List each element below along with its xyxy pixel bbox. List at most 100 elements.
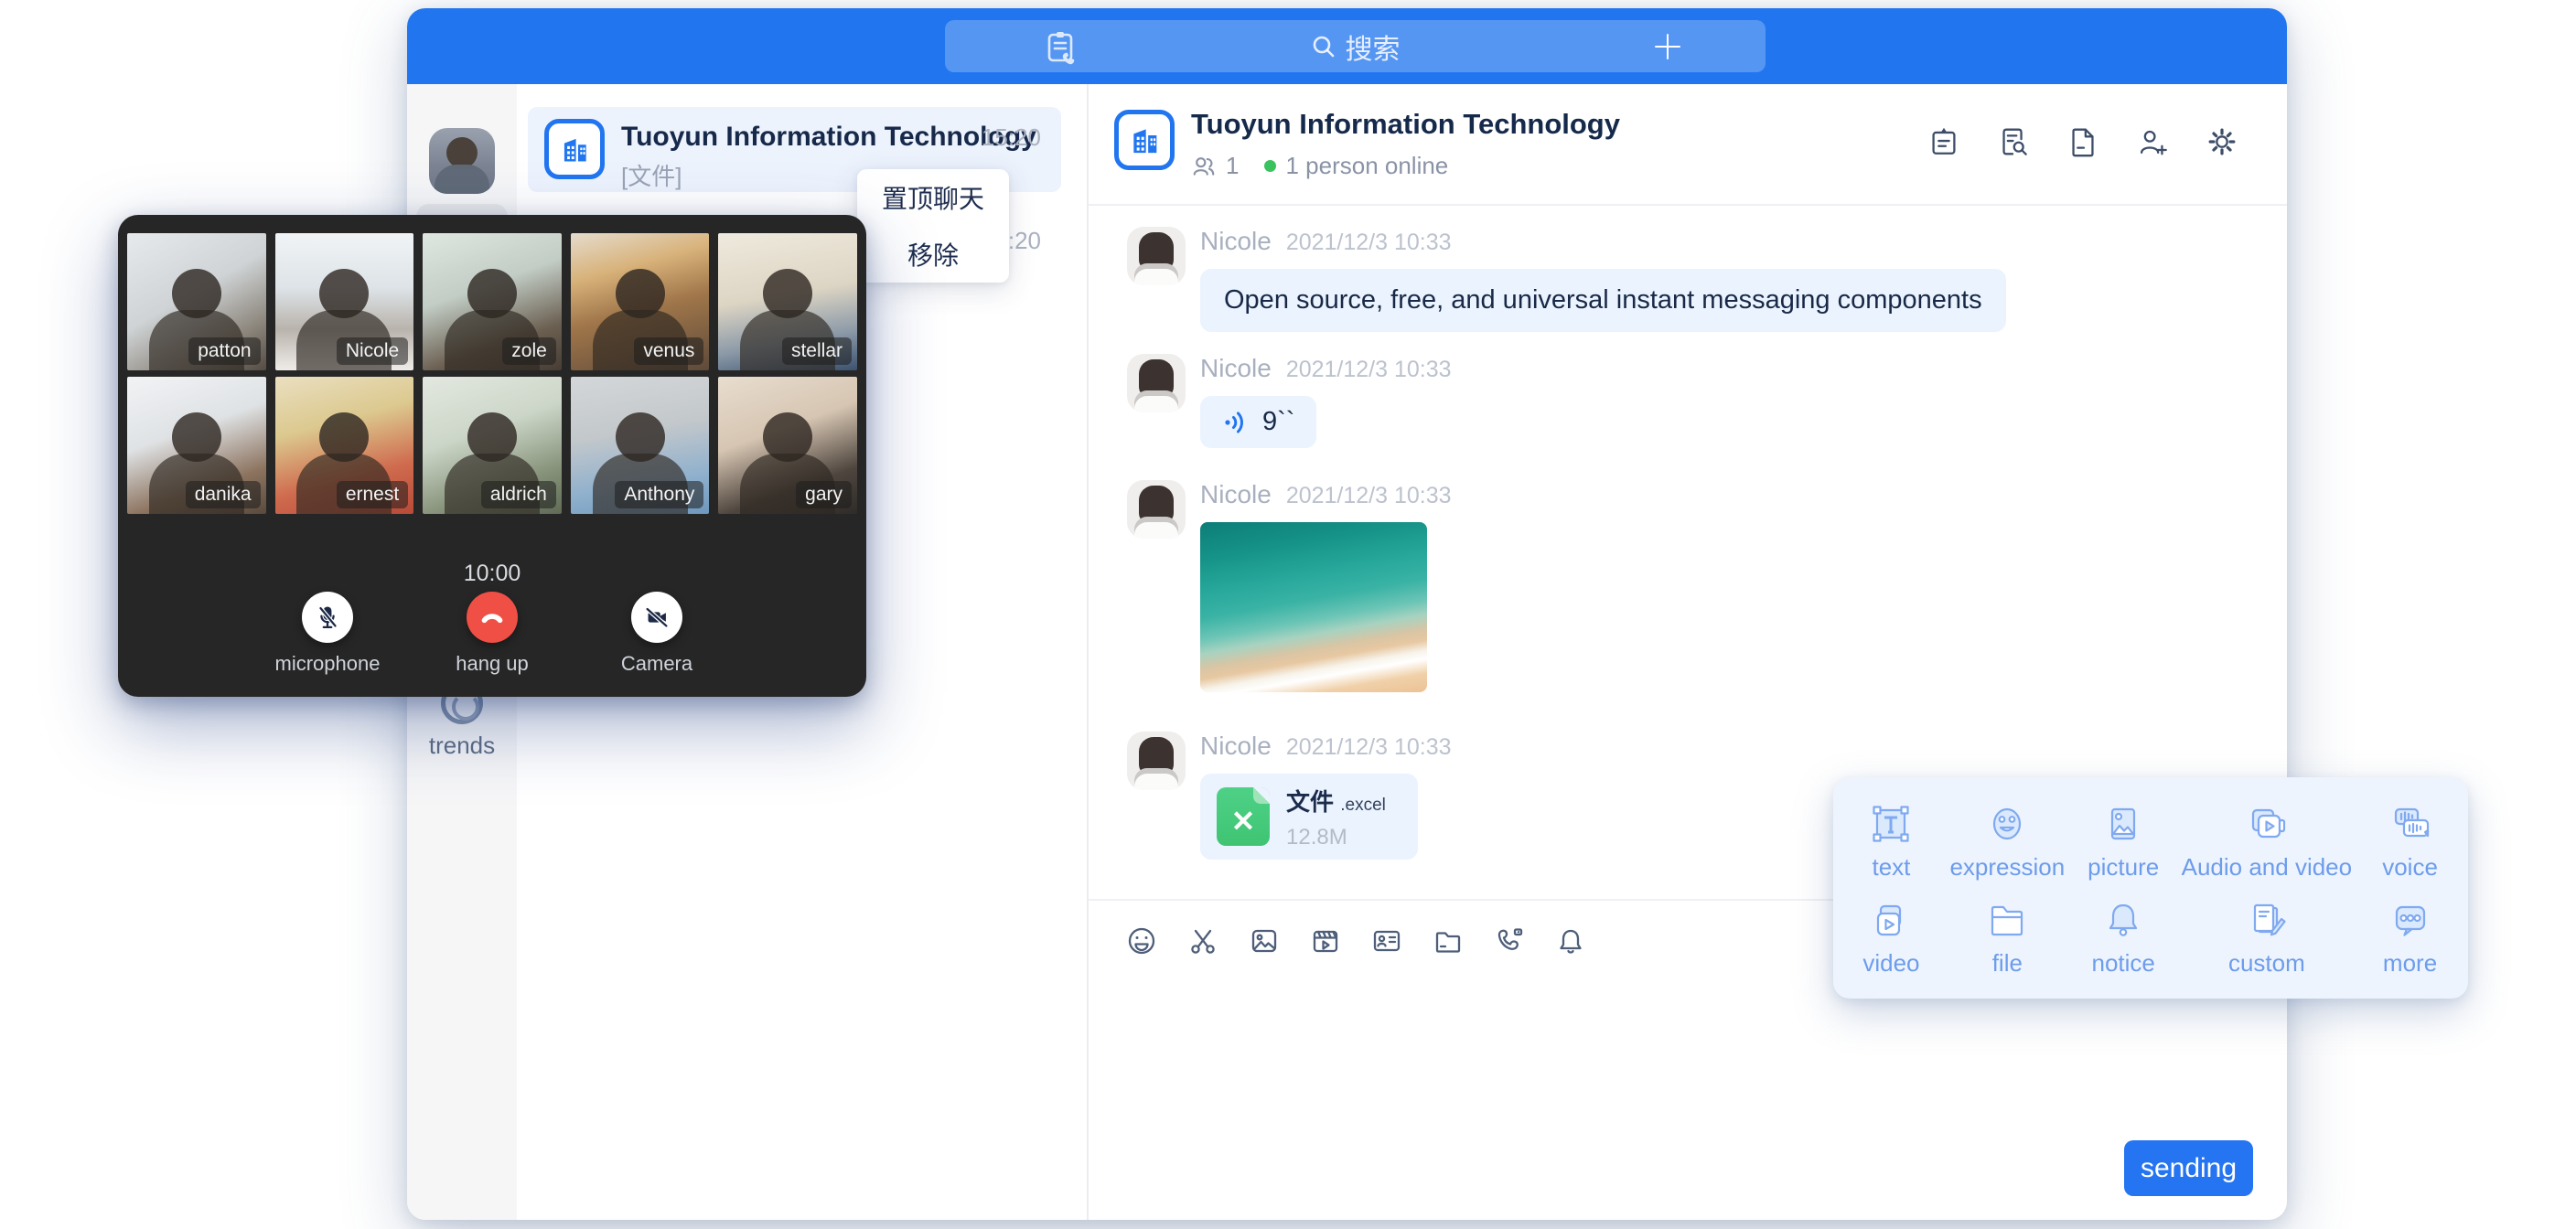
conversation-preview: [文件] xyxy=(621,158,682,192)
chat-main: Tuoyun Information Technology 1 1 person… xyxy=(1089,84,2287,1220)
participant-grid: patton Nicole zole venus stellar danika … xyxy=(127,233,857,514)
hang-up-button[interactable]: hang up xyxy=(438,592,546,676)
emoji-icon[interactable] xyxy=(1125,924,1158,957)
video-call-overlay: patton Nicole zole venus stellar danika … xyxy=(118,215,866,697)
search-bar[interactable]: 搜索 xyxy=(945,20,1766,72)
audio-video-icon xyxy=(2245,802,2289,846)
chat-header-actions xyxy=(1927,124,2239,159)
text-tool-icon xyxy=(1869,802,1913,846)
user-avatar[interactable] xyxy=(429,128,495,194)
search-icon xyxy=(1311,34,1336,59)
chat-title: Tuoyun Information Technology xyxy=(1191,108,1620,141)
notice-bell-icon xyxy=(2101,898,2145,942)
attach-item-custom[interactable]: custom xyxy=(2182,890,2352,986)
camera-muted-icon xyxy=(641,602,672,633)
scissors-icon[interactable] xyxy=(1186,924,1219,957)
image-message-beach[interactable] xyxy=(1200,522,1427,692)
settings-gear-icon[interactable] xyxy=(2205,124,2239,159)
hang-up-icon xyxy=(477,602,508,633)
message-group: Nicole 2021/12/3 10:33 xyxy=(1127,480,1452,692)
online-status: 1 person online xyxy=(1285,152,1448,180)
call-participant-tile: danika xyxy=(127,377,266,514)
call-participant-tile: zole xyxy=(423,233,562,370)
page: 搜索 trends xyxy=(0,0,2576,1229)
picture-attach-icon xyxy=(2101,802,2145,846)
call-participant-tile: venus xyxy=(571,233,710,370)
camera-button[interactable]: Camera xyxy=(603,592,711,676)
message-time: 2021/12/3 10:33 xyxy=(1286,230,1452,256)
video-attach-icon xyxy=(1869,898,1913,942)
voice-attach-icon xyxy=(2388,802,2432,846)
call-controls: microphone hang up xyxy=(118,592,866,676)
voice-duration: 9`` xyxy=(1262,407,1294,437)
organization-icon xyxy=(1114,110,1175,170)
member-count: 1 xyxy=(1226,152,1239,180)
plus-icon[interactable] xyxy=(1650,29,1685,69)
conversation-time: 15:20 xyxy=(982,123,1041,152)
excel-file-icon: ✕ xyxy=(1217,787,1270,846)
add-member-icon[interactable] xyxy=(2135,124,2170,159)
send-button[interactable]: sending xyxy=(2124,1140,2253,1196)
online-dot xyxy=(1264,160,1276,172)
attach-item-audio-video[interactable]: Audio and video xyxy=(2182,794,2352,890)
message-search-icon[interactable] xyxy=(1996,124,2031,159)
sender-avatar[interactable] xyxy=(1127,732,1186,790)
conversation-context-menu: 置顶聊天 移除 xyxy=(857,169,1009,283)
video-clip-icon[interactable] xyxy=(1309,924,1342,957)
sender-avatar[interactable] xyxy=(1127,354,1186,412)
sender-avatar[interactable] xyxy=(1127,227,1186,285)
message-sender: Nicole xyxy=(1200,354,1272,383)
message-group: Nicole 2021/12/3 10:33 ✕ 文件 .excel xyxy=(1127,732,1452,860)
message-time: 2021/12/3 10:33 xyxy=(1286,483,1452,509)
notification-icon[interactable] xyxy=(1554,924,1587,957)
chat-subline: 1 1 person online xyxy=(1191,152,1448,180)
menu-item-pin-chat[interactable]: 置顶聊天 xyxy=(857,169,1009,226)
attach-item-notice[interactable]: notice xyxy=(2066,890,2182,986)
file-size: 12.8M xyxy=(1286,825,1386,850)
message-group: Nicole 2021/12/3 10:33 Open source, free… xyxy=(1127,227,2006,332)
file-attach-icon xyxy=(1985,898,2029,942)
microphone-muted-icon xyxy=(312,602,343,633)
voice-wave-icon xyxy=(1222,409,1250,436)
folder-icon[interactable] xyxy=(1432,924,1465,957)
message-group: Nicole 2021/12/3 10:33 9`` xyxy=(1127,354,1452,448)
file-message-card[interactable]: ✕ 文件 .excel 12.8M xyxy=(1200,774,1418,860)
message-sender: Nicole xyxy=(1200,480,1272,509)
video-call-icon[interactable] xyxy=(1493,924,1526,957)
call-participant-tile: patton xyxy=(127,233,266,370)
call-participant-tile: gary xyxy=(718,377,857,514)
members-icon xyxy=(1191,154,1217,179)
trends-label: trends xyxy=(407,732,517,760)
picture-icon[interactable] xyxy=(1248,924,1281,957)
message-time: 2021/12/3 10:33 xyxy=(1286,357,1452,383)
attach-item-file[interactable]: file xyxy=(1949,890,2066,986)
contact-card-icon[interactable] xyxy=(1370,924,1403,957)
search-placeholder: 搜索 xyxy=(1346,27,1401,67)
call-participant-tile: aldrich xyxy=(423,377,562,514)
call-participant-tile: stellar xyxy=(718,233,857,370)
voice-message-bubble[interactable]: 9`` xyxy=(1200,396,1316,448)
sender-avatar[interactable] xyxy=(1127,480,1186,539)
custom-message-icon xyxy=(2245,898,2289,942)
microphone-button[interactable]: microphone xyxy=(274,592,381,676)
chat-header: Tuoyun Information Technology 1 1 person… xyxy=(1089,84,2287,206)
attach-item-text[interactable]: text xyxy=(1833,794,1949,890)
menu-item-remove[interactable]: 移除 xyxy=(857,226,1009,283)
notice-board-icon[interactable] xyxy=(1927,124,1961,159)
attach-item-video[interactable]: video xyxy=(1833,890,1949,986)
search-field[interactable]: 搜索 xyxy=(945,20,1766,72)
topbar: 搜索 xyxy=(407,8,2287,84)
message-sender: Nicole xyxy=(1200,227,1272,256)
message-time: 2021/12/3 10:33 xyxy=(1286,734,1452,761)
organization-icon xyxy=(544,119,605,179)
attach-item-expression[interactable]: expression xyxy=(1949,794,2066,890)
attach-item-picture[interactable]: picture xyxy=(2066,794,2182,890)
file-doc-icon[interactable] xyxy=(2066,124,2100,159)
more-bubble-icon xyxy=(2388,898,2432,942)
file-name: 文件 xyxy=(1286,788,1334,816)
attach-item-more[interactable]: more xyxy=(2352,890,2468,986)
attachment-panel: text expression picture xyxy=(1833,777,2468,999)
conversation-title: Tuoyun Information Technology xyxy=(621,122,1036,153)
attach-item-voice[interactable]: voice xyxy=(2352,794,2468,890)
text-message-bubble[interactable]: Open source, free, and universal instant… xyxy=(1200,269,2006,332)
